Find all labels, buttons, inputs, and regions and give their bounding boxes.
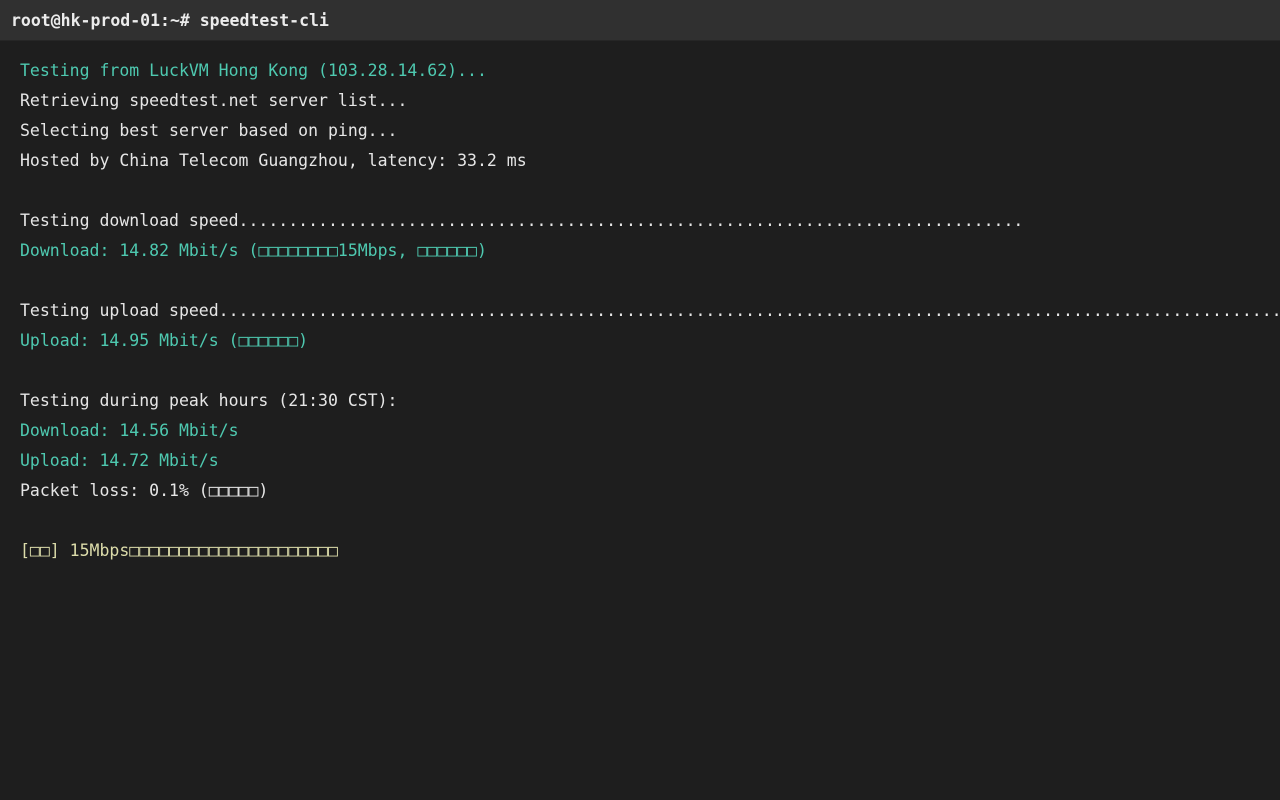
peak-upload-line: Upload: 14.72 Mbit/s [20,451,219,470]
peak-download-line: Download: 14.56 Mbit/s [20,421,239,440]
download-result-line: Download: 14.82 Mbit/s (□□□□□□□□15Mbps, … [20,241,487,260]
packet-loss-line: Packet loss: 0.1% (□□□□□) [20,481,269,500]
output-line: Hosted by China Telecom Guangzhou, laten… [20,151,527,170]
terminal-output[interactable]: Testing from LuckVM Hong Kong (103.28.14… [20,56,1280,800]
output-line: Testing download speed..................… [20,211,1024,230]
output-line: Testing upload speed....................… [20,301,1280,320]
output-line: Testing during peak hours (21:30 CST): [20,391,398,410]
output-line: Testing from LuckVM Hong Kong (103.28.14… [20,61,487,80]
output-line: Selecting best server based on ping... [20,121,398,140]
upload-result-line: Upload: 14.95 Mbit/s (□□□□□□) [20,331,309,350]
output-line: Retrieving speedtest.net server list... [20,91,408,110]
summary-line: [□□] 15Mbps□□□□□□□□□□□□□□□□□□□□□ [20,541,338,560]
shell-prompt-command: root@hk-prod-01:~# speedtest-cli [11,10,329,30]
terminal-titlebar: root@hk-prod-01:~# speedtest-cli [0,0,1280,41]
